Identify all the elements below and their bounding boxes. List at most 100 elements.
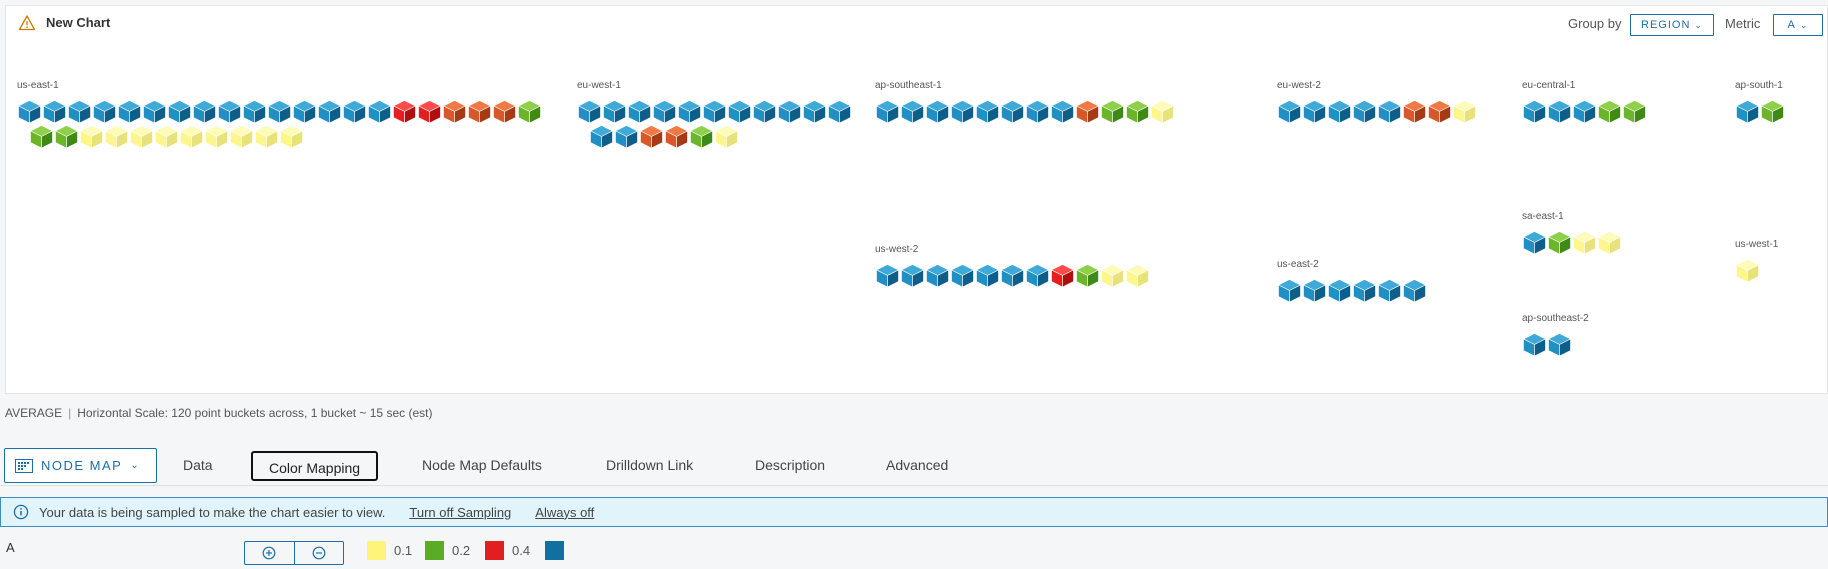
node-cube[interactable] <box>1352 278 1377 303</box>
node-cube[interactable] <box>92 99 117 124</box>
node-cube[interactable] <box>1125 99 1150 124</box>
node-cube[interactable] <box>900 263 925 288</box>
node-cube[interactable] <box>79 124 104 149</box>
node-cube[interactable] <box>1597 230 1622 255</box>
tab-advanced[interactable]: Advanced <box>886 448 948 483</box>
node-cube[interactable] <box>1277 99 1302 124</box>
node-cube[interactable] <box>279 124 304 149</box>
node-cube[interactable] <box>492 99 517 124</box>
node-cube[interactable] <box>875 99 900 124</box>
node-cube[interactable] <box>1150 99 1175 124</box>
node-cube[interactable] <box>714 124 739 149</box>
node-cube[interactable] <box>702 99 727 124</box>
node-cube[interactable] <box>1402 278 1427 303</box>
node-cube[interactable] <box>1100 99 1125 124</box>
node-cube[interactable] <box>1427 99 1452 124</box>
node-cube[interactable] <box>975 263 1000 288</box>
legend-item[interactable]: 0.2 <box>425 541 470 560</box>
node-cube[interactable] <box>1377 278 1402 303</box>
tab-color-mapping[interactable]: Color Mapping <box>251 451 379 481</box>
node-cube[interactable] <box>292 99 317 124</box>
node-cube[interactable] <box>392 99 417 124</box>
node-cube[interactable] <box>677 99 702 124</box>
node-cube[interactable] <box>627 99 652 124</box>
node-cube[interactable] <box>217 99 242 124</box>
legend-item[interactable]: 0.4 <box>485 541 530 560</box>
node-cube[interactable] <box>752 99 777 124</box>
node-cube[interactable] <box>342 99 367 124</box>
node-cube[interactable] <box>54 124 79 149</box>
node-cube[interactable] <box>1352 99 1377 124</box>
tab-drilldown-link[interactable]: Drilldown Link <box>606 448 693 483</box>
node-cube[interactable] <box>1075 263 1100 288</box>
node-cube[interactable] <box>29 124 54 149</box>
node-cube[interactable] <box>1622 99 1647 124</box>
node-cube[interactable] <box>1547 230 1572 255</box>
tab-description[interactable]: Description <box>755 448 825 483</box>
node-cube[interactable] <box>827 99 852 124</box>
tab-node-map-defaults[interactable]: Node Map Defaults <box>422 448 542 483</box>
zoom-in-button[interactable] <box>245 542 294 564</box>
node-cube[interactable] <box>129 124 154 149</box>
tab-data[interactable]: Data <box>183 448 213 483</box>
node-cube[interactable] <box>17 99 42 124</box>
node-cube[interactable] <box>1735 258 1760 283</box>
group-by-dropdown[interactable]: REGION ⌄ <box>1630 14 1714 36</box>
node-cube[interactable] <box>602 99 627 124</box>
node-cube[interactable] <box>875 263 900 288</box>
node-cube[interactable] <box>242 99 267 124</box>
node-cube[interactable] <box>1572 230 1597 255</box>
node-cube[interactable] <box>1377 99 1402 124</box>
node-cube[interactable] <box>652 99 677 124</box>
node-cube[interactable] <box>42 99 67 124</box>
node-cube[interactable] <box>950 99 975 124</box>
node-cube[interactable] <box>104 124 129 149</box>
node-cube[interactable] <box>417 99 442 124</box>
node-cube[interactable] <box>367 99 392 124</box>
node-cube[interactable] <box>1000 99 1025 124</box>
node-cube[interactable] <box>589 124 614 149</box>
node-cube[interactable] <box>1050 99 1075 124</box>
node-cube[interactable] <box>1547 99 1572 124</box>
node-cube[interactable] <box>1100 263 1125 288</box>
legend-item[interactable] <box>545 541 572 560</box>
node-cube[interactable] <box>1025 99 1050 124</box>
node-cube[interactable] <box>777 99 802 124</box>
node-cube[interactable] <box>925 263 950 288</box>
node-cube[interactable] <box>142 99 167 124</box>
node-cube[interactable] <box>67 99 92 124</box>
node-cube[interactable] <box>1522 230 1547 255</box>
node-cube[interactable] <box>1760 99 1785 124</box>
turn-off-sampling-link[interactable]: Turn off Sampling <box>409 505 511 520</box>
node-cube[interactable] <box>802 99 827 124</box>
node-cube[interactable] <box>1522 332 1547 357</box>
metric-dropdown[interactable]: A ⌄ <box>1773 14 1823 36</box>
node-cube[interactable] <box>950 263 975 288</box>
node-cube[interactable] <box>1327 99 1352 124</box>
node-cube[interactable] <box>1302 99 1327 124</box>
node-cube[interactable] <box>1075 99 1100 124</box>
node-cube[interactable] <box>1302 278 1327 303</box>
node-cube[interactable] <box>577 99 602 124</box>
node-cube[interactable] <box>1125 263 1150 288</box>
node-cube[interactable] <box>1050 263 1075 288</box>
node-cube[interactable] <box>117 99 142 124</box>
node-cube[interactable] <box>639 124 664 149</box>
node-cube[interactable] <box>229 124 254 149</box>
node-cube[interactable] <box>442 99 467 124</box>
node-cube[interactable] <box>1025 263 1050 288</box>
zoom-out-button[interactable] <box>293 542 344 564</box>
node-cube[interactable] <box>614 124 639 149</box>
node-cube[interactable] <box>1000 263 1025 288</box>
node-cube[interactable] <box>167 99 192 124</box>
node-cube[interactable] <box>1402 99 1427 124</box>
node-cube[interactable] <box>1277 278 1302 303</box>
node-cube[interactable] <box>1327 278 1352 303</box>
node-cube[interactable] <box>267 99 292 124</box>
node-cube[interactable] <box>1735 99 1760 124</box>
node-cube[interactable] <box>975 99 1000 124</box>
node-cube[interactable] <box>1547 332 1572 357</box>
legend-item[interactable]: 0.1 <box>367 541 412 560</box>
node-cube[interactable] <box>154 124 179 149</box>
node-cube[interactable] <box>727 99 752 124</box>
